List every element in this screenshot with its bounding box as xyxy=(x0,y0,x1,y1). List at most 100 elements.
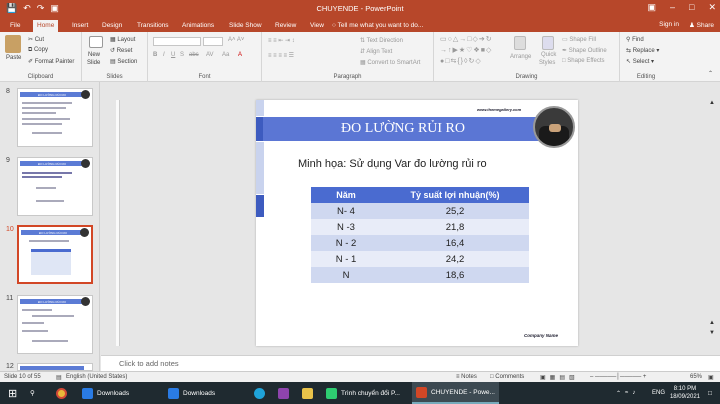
thumbnail-line xyxy=(22,176,62,178)
shape-outline-button[interactable]: ✒ Shape Outline xyxy=(562,47,607,54)
cut-button[interactable]: ✂ Cut xyxy=(28,36,44,43)
section-button[interactable]: ▤ Section xyxy=(110,58,137,65)
fit-slide-icon[interactable]: ▣ xyxy=(708,374,714,381)
slide-thumbnail[interactable]: ĐO LƯỜNG RỦI RO xyxy=(17,295,93,354)
change-case-icon[interactable]: Aa xyxy=(222,52,229,58)
paste-button[interactable]: Paste xyxy=(6,55,21,61)
sign-in-link[interactable]: Sign in xyxy=(659,21,679,29)
thumbnail-line xyxy=(22,172,72,174)
font-name-dropdown[interactable] xyxy=(153,37,201,46)
minimize-icon[interactable]: – xyxy=(670,2,675,13)
taskbar-item[interactable]: Trình chuyển đổi P... xyxy=(326,382,400,404)
bullets-icon[interactable]: ≡ ≡ ⇤ ⇥ ↕ xyxy=(268,37,295,44)
font-size-dropdown[interactable] xyxy=(203,37,223,46)
tell-me-box[interactable]: ○ Tell me what you want to do... xyxy=(328,20,427,32)
quick-styles-label-2[interactable]: Styles xyxy=(539,60,555,66)
tab-animations[interactable]: Animations xyxy=(178,20,218,32)
slide-canvas[interactable]: www.themegallery.com ĐO LƯỜNG RỦI RO Min… xyxy=(256,100,578,346)
reset-button[interactable]: ↺ Reset xyxy=(110,47,132,54)
taskbar-item[interactable]: Downloads xyxy=(168,382,215,404)
thumbnail-line xyxy=(32,132,62,134)
scroll-up-icon[interactable]: ▲ xyxy=(709,100,715,106)
new-slide-label-2[interactable]: Slide xyxy=(87,60,100,66)
slide-subtitle[interactable]: Minh họa: Sử dụng Var đo lường rủi ro xyxy=(298,158,487,170)
view-buttons[interactable]: ▣▦▤▧ xyxy=(540,374,579,381)
search-taskbar-button[interactable]: ⚲ xyxy=(30,382,35,404)
system-tray[interactable]: ⌃ ≈ ♪ xyxy=(616,382,635,404)
clock[interactable]: 8:10 PM 18/09/2021 xyxy=(670,385,700,401)
shadow-icon[interactable]: S xyxy=(180,52,184,58)
italic-icon[interactable]: I xyxy=(163,52,165,58)
slide-thumbnail[interactable]: ĐO LƯỜNG RỦI RO xyxy=(17,157,93,216)
grow-font-icon[interactable]: A˄ A˅ xyxy=(228,37,244,43)
strikethrough-icon[interactable]: abc xyxy=(189,52,199,58)
notification-icon[interactable]: □ xyxy=(708,382,712,404)
slide-thumbnail[interactable]: ĐO LƯỜNG RỦI RO xyxy=(17,88,93,147)
new-slide-label[interactable]: New xyxy=(88,52,100,58)
slide-title[interactable]: ĐO LƯỜNG RỦI RO xyxy=(263,117,543,141)
tab-slide-show[interactable]: Slide Show xyxy=(225,20,266,32)
slide-thumbnail-selected[interactable]: ĐO LƯỜNG RỦI RO xyxy=(17,225,93,284)
arrange-icon[interactable] xyxy=(514,36,526,50)
paste-icon[interactable] xyxy=(5,35,21,53)
notes-pane[interactable]: Click to add notes xyxy=(101,355,720,371)
prev-slide-icon[interactable]: ▲ xyxy=(709,320,715,326)
shape-effects-button[interactable]: □ Shape Effects xyxy=(562,58,605,64)
taskbar-item-label: Trình chuyển đổi P... xyxy=(341,389,400,397)
bold-icon[interactable]: B xyxy=(153,52,157,58)
language-indicator[interactable]: English (United States) xyxy=(66,374,127,380)
taskbar-item-active[interactable]: CHUYENDE - Powe... xyxy=(412,382,499,404)
tab-home[interactable]: Home xyxy=(33,20,59,32)
tab-file[interactable]: File xyxy=(6,20,24,32)
zoom-level[interactable]: 65% xyxy=(690,374,702,380)
text-direction-button[interactable]: ⇅ Text Direction xyxy=(360,37,403,44)
replace-button[interactable]: ⇆ Replace ▾ xyxy=(626,47,659,54)
tab-design[interactable]: Design xyxy=(98,20,126,32)
select-button[interactable]: ↖ Select ▾ xyxy=(626,58,654,65)
new-slide-icon[interactable] xyxy=(89,36,103,48)
thumbnail-line xyxy=(22,322,44,324)
layout-button[interactable]: ▦ Layout xyxy=(110,36,135,43)
shape-fill-button[interactable]: ▭ Shape Fill xyxy=(562,36,596,43)
shapes-gallery[interactable]: ▭○△→□◇➔↻ xyxy=(440,35,493,43)
close-icon[interactable]: ✕ xyxy=(708,2,716,13)
tab-insert[interactable]: Insert xyxy=(68,20,92,32)
find-button[interactable]: ⚲ Find xyxy=(626,36,644,43)
tab-transitions[interactable]: Transitions xyxy=(133,20,173,32)
char-spacing-icon[interactable]: AV xyxy=(206,52,214,58)
shapes-gallery-row-3[interactable]: ●□⇆{}◊↻◇ xyxy=(440,57,482,65)
maximize-icon[interactable]: □ xyxy=(689,2,694,13)
explorer-taskbar-button[interactable] xyxy=(302,382,313,404)
data-table[interactable]: Năm Tỷ suất lợi nhuận(%) N- 4 25,2 N -3 … xyxy=(311,187,529,283)
slide-thumbnail[interactable] xyxy=(17,363,93,371)
next-slide-icon[interactable]: ▼ xyxy=(709,330,715,336)
tab-review[interactable]: Review xyxy=(271,20,300,32)
share-button[interactable]: ♟ Share xyxy=(689,21,714,29)
tray-chevron-icon: ⌃ xyxy=(616,390,622,397)
ribbon-options-icon[interactable]: ▣ xyxy=(647,2,656,13)
chrome-taskbar-button[interactable] xyxy=(56,382,67,404)
underline-icon[interactable]: U xyxy=(171,52,175,58)
spellcheck-icon[interactable]: ▤ xyxy=(56,374,62,381)
align-icons[interactable]: ≡ ≡ ≡ ≡ ☰ xyxy=(268,52,294,59)
edge-taskbar-button[interactable] xyxy=(254,382,265,404)
tab-view[interactable]: View xyxy=(306,20,328,32)
collapse-ribbon-icon[interactable]: ⌃ xyxy=(708,70,713,77)
copy-button[interactable]: ⧉ Copy xyxy=(28,47,48,54)
align-text-button[interactable]: ⇵ Align Text xyxy=(360,48,392,55)
taskbar-item[interactable]: Downloads xyxy=(82,382,129,404)
convert-smartart-button[interactable]: ▦ Convert to SmartArt xyxy=(360,59,420,66)
notes-button[interactable]: ≡ Notes xyxy=(456,374,477,380)
comments-button[interactable]: □ Comments xyxy=(490,374,524,380)
vertical-scrollbar[interactable]: ▲ ▲ ▼ xyxy=(708,100,716,346)
zoom-slider[interactable]: – ─────│───── + xyxy=(590,374,646,380)
vs-taskbar-button[interactable] xyxy=(278,382,289,404)
arrange-label[interactable]: Arrange xyxy=(510,54,531,60)
quick-styles-icon[interactable] xyxy=(542,36,554,50)
start-button[interactable]: ⊞ xyxy=(8,382,17,404)
language-indicator[interactable]: ENG xyxy=(652,382,665,404)
quick-styles-label[interactable]: Quick xyxy=(541,52,556,58)
font-color-icon[interactable]: A xyxy=(238,52,242,58)
format-painter-button[interactable]: ✐ Format Painter xyxy=(28,58,74,65)
shapes-gallery-row-2[interactable]: →↑▶★♡❖■◇ xyxy=(440,46,492,54)
